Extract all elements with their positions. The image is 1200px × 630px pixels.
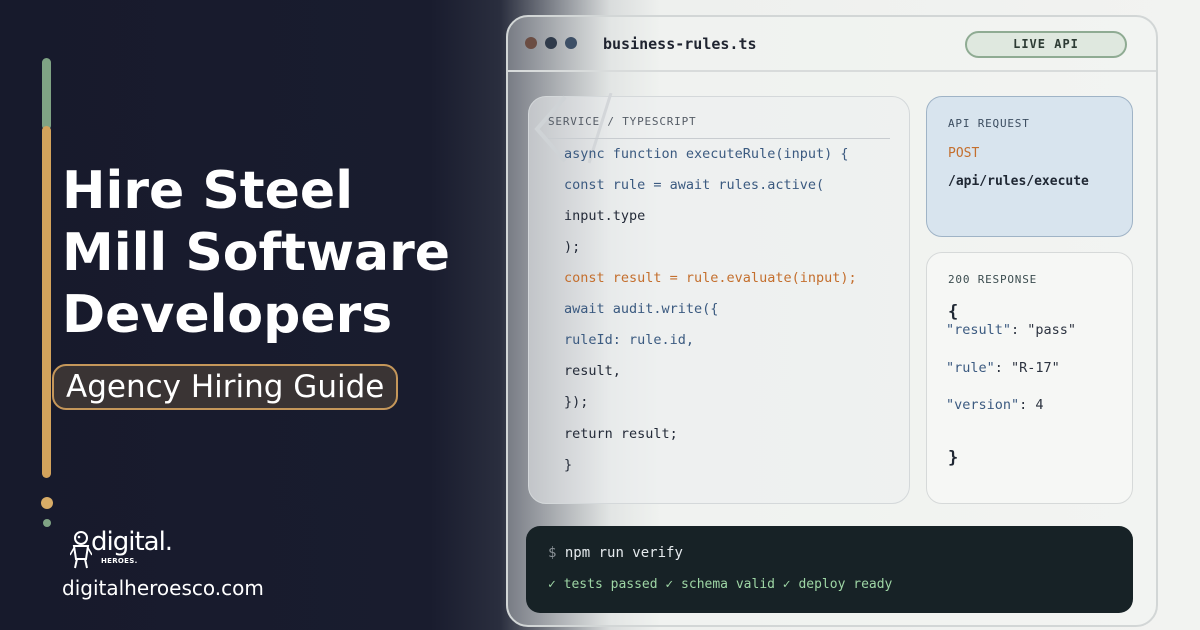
- code-line-4: );: [564, 239, 581, 255]
- hiring-guide-tag: Agency Hiring Guide: [52, 364, 399, 410]
- response-value: 4: [1035, 397, 1044, 413]
- http-method: POST: [948, 146, 980, 161]
- brand-logo[interactable]: digital. HEROES.: [70, 527, 180, 571]
- code-panel-divider: [548, 138, 890, 139]
- code-line-2: const rule = await rules.active(: [564, 177, 825, 193]
- code-line-3: input.type: [564, 208, 646, 224]
- code-line-7: ruleId: rule.id,: [564, 332, 695, 348]
- window-dot-close[interactable]: [525, 37, 537, 49]
- response-value: "pass": [1027, 322, 1077, 338]
- code-line-1: async function executeRule(input) {: [564, 146, 849, 162]
- file-tab-title[interactable]: business-rules.ts: [603, 35, 757, 53]
- accent-bar-green: [42, 58, 51, 130]
- accent-dot-gold: [41, 497, 53, 509]
- terminal-prompt: $: [548, 545, 557, 561]
- api-endpoint-path: /api/rules/execute: [948, 174, 1089, 189]
- page-headline: Hire Steel Mill Software Developers: [62, 160, 482, 346]
- headline-line-1: Hire Steel: [62, 161, 354, 221]
- response-field: "rule": "R-17": [946, 360, 1060, 376]
- terminal-command: npm run verify: [564, 545, 683, 561]
- response-key: "result": [946, 322, 1012, 338]
- code-line-5: const result = rule.evaluate(input);: [564, 270, 857, 286]
- code-line-11: }: [564, 457, 573, 473]
- response-close-brace: }: [948, 448, 959, 468]
- code-line-8: result,: [564, 363, 621, 379]
- response-separator: :: [994, 360, 1012, 376]
- code-line-6: await audit.write({: [564, 301, 719, 317]
- logo-subtext: HEROES.: [101, 557, 138, 565]
- code-line-10: return result;: [564, 426, 678, 442]
- api-request-label: API REQUEST: [948, 117, 1030, 130]
- logo-wordmark: digital.: [91, 527, 173, 557]
- response-field: "version": 4: [946, 397, 1044, 413]
- response-open-brace: {: [948, 302, 959, 322]
- accent-dot-green: [43, 519, 51, 527]
- window-dot-minimize[interactable]: [545, 37, 557, 49]
- response-value: "R-17": [1011, 360, 1060, 376]
- website-url[interactable]: digitalheroesco.com: [62, 576, 264, 600]
- window-dot-maximize[interactable]: [565, 37, 577, 49]
- code-line-9: });: [564, 394, 589, 410]
- api-response-label: 200 RESPONSE: [948, 273, 1038, 286]
- response-separator: :: [1011, 322, 1028, 338]
- terminal-panel: [526, 526, 1133, 613]
- response-key: "version": [946, 397, 1020, 413]
- live-api-badge: LIVE API: [965, 31, 1127, 58]
- hero-mascot-icon: [70, 531, 92, 569]
- accent-bar-gold: [42, 126, 51, 478]
- code-panel-label: SERVICE / TYPESCRIPT: [548, 115, 697, 128]
- terminal-output: ✓ tests passed ✓ schema valid ✓ deploy r…: [548, 577, 893, 592]
- headline-line-3: Developers: [62, 285, 393, 345]
- titlebar-divider: [508, 70, 1156, 72]
- response-key: "rule": [946, 360, 995, 376]
- response-separator: :: [1019, 397, 1036, 413]
- response-field: "result": "pass": [946, 322, 1076, 338]
- terminal-command-line: $ npm run verify: [548, 545, 683, 561]
- headline-line-2: Mill Software: [62, 223, 451, 283]
